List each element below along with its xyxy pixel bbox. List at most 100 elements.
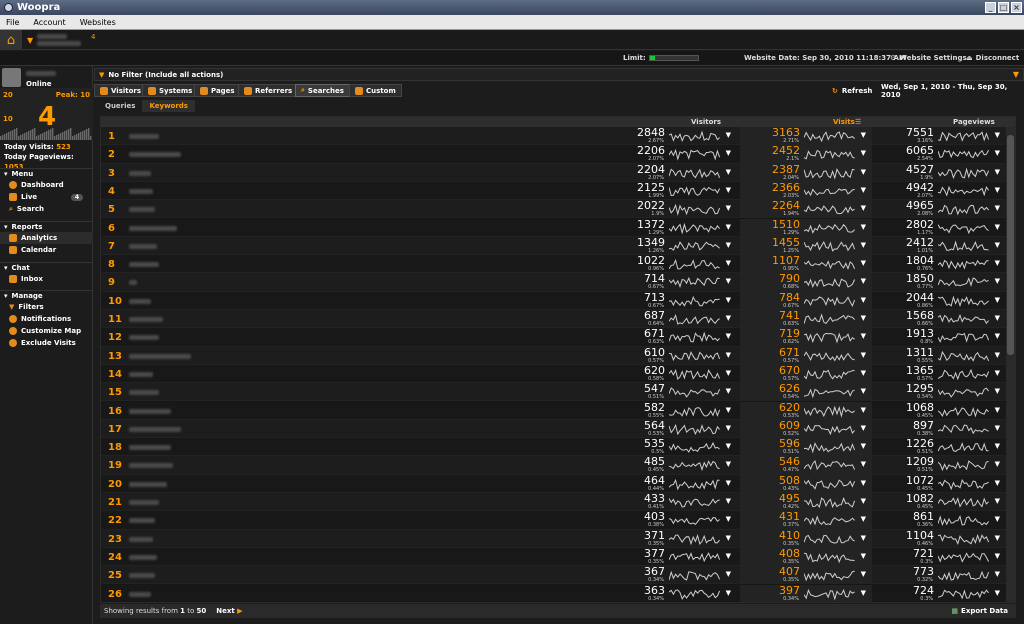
sidebar-item-notifications[interactable]: Notifications (0, 313, 93, 325)
keyword-blurred[interactable] (129, 243, 157, 249)
sidebar-item-customize-map[interactable]: Customize Map (0, 325, 93, 337)
sidebar-item-analytics[interactable]: Analytics (0, 232, 93, 244)
table-row[interactable]: 24 377 0.35% ▼ 408 0.35% ▼ 721 0.3% ▼ (101, 547, 1007, 567)
chevron-down-icon[interactable]: ▼ (995, 387, 1000, 395)
chevron-down-icon[interactable]: ▼ (995, 259, 1000, 267)
table-row[interactable]: 9 714 0.67% ▼ 790 0.68% ▼ 1850 0.77% ▼ (101, 273, 1007, 292)
nav-reports-header[interactable]: ▾ Reports (0, 221, 93, 232)
keyword-blurred[interactable] (129, 353, 191, 359)
chevron-down-icon[interactable]: ▼ (861, 424, 866, 432)
website-settings-button[interactable]: ⚙ Website Settings (890, 54, 967, 62)
chevron-down-icon[interactable]: ▼ (726, 442, 731, 450)
table-row[interactable]: 26 363 0.34% ▼ 397 0.34% ▼ 724 0.3% ▼ (101, 584, 1007, 602)
keyword-blurred[interactable] (129, 518, 155, 524)
chevron-down-icon[interactable]: ▼ (995, 314, 1000, 322)
keyword-blurred[interactable] (129, 170, 151, 176)
chevron-down-icon[interactable]: ▼ (995, 479, 1000, 487)
filter-selector[interactable]: ▼ No Filter (Include all actions) ▼ (94, 68, 1024, 81)
export-data-button[interactable]: ▦ Export Data (951, 607, 1008, 615)
scrollbar[interactable] (1006, 127, 1015, 602)
chevron-down-icon[interactable]: ▼ (726, 460, 731, 468)
chevron-down-icon[interactable]: ▼ (861, 497, 866, 505)
chevron-down-icon[interactable]: ▼ (726, 223, 731, 231)
chevron-down-icon[interactable]: ▼ (861, 369, 866, 377)
chevron-down-icon[interactable]: ▼ (726, 406, 731, 414)
table-row[interactable]: 17 564 0.53% ▼ 609 0.52% ▼ 897 0.38% ▼ (101, 419, 1007, 439)
chevron-down-icon[interactable]: ▼ (995, 570, 1000, 578)
chevron-down-icon[interactable]: ▼ (995, 168, 1000, 176)
chevron-down-icon[interactable]: ▼ (726, 387, 731, 395)
chevron-down-icon[interactable]: ▼ (995, 497, 1000, 505)
table-row[interactable]: 18 535 0.5% ▼ 596 0.51% ▼ 1226 0.51% ▼ (101, 438, 1007, 457)
chevron-down-icon[interactable]: ▼ (726, 168, 731, 176)
table-row[interactable]: 7 1349 1.26% ▼ 1455 1.25% ▼ 2412 1.01% ▼ (101, 236, 1007, 256)
keyword-blurred[interactable] (129, 188, 153, 194)
chevron-down-icon[interactable]: ▼ (861, 277, 866, 285)
tab-custom[interactable]: Custom (349, 84, 402, 97)
chevron-down-icon[interactable]: ▼ (861, 570, 866, 578)
sidebar-item-exclude-visits[interactable]: Exclude Visits (0, 337, 93, 349)
keyword-blurred[interactable] (129, 591, 151, 597)
chevron-down-icon[interactable]: ▼ (726, 570, 731, 578)
table-row[interactable]: 22 403 0.38% ▼ 431 0.37% ▼ 861 0.36% ▼ (101, 511, 1007, 530)
table-row[interactable]: 12 671 0.63% ▼ 719 0.62% ▼ 1913 0.8% ▼ (101, 328, 1007, 347)
chevron-down-icon[interactable]: ▼ (726, 534, 731, 542)
table-row[interactable]: 4 2125 1.99% ▼ 2366 2.03% ▼ 4942 2.07% ▼ (101, 181, 1007, 201)
maximize-button[interactable]: □ (998, 2, 1009, 13)
chevron-down-icon[interactable]: ▼ (995, 149, 1000, 157)
table-row[interactable]: 5 2022 1.9% ▼ 2264 1.94% ▼ 4965 2.08% ▼ (101, 200, 1007, 219)
chevron-down-icon[interactable]: ▼ (861, 241, 866, 249)
nav-chat-header[interactable]: ▾ Chat (0, 262, 93, 273)
table-row[interactable]: 10 713 0.67% ▼ 784 0.67% ▼ 2044 0.86% ▼ (101, 291, 1007, 310)
tab-queries[interactable]: Queries (98, 100, 142, 112)
chevron-down-icon[interactable]: ▼ (995, 589, 1000, 597)
tab-keywords[interactable]: Keywords (142, 100, 195, 112)
chevron-down-icon[interactable]: ▼ (861, 387, 866, 395)
chevron-down-icon[interactable]: ▼ (861, 168, 866, 176)
column-header-pageviews[interactable]: Pageviews (953, 118, 995, 126)
chevron-down-icon[interactable]: ▼ (995, 223, 1000, 231)
chevron-down-icon[interactable]: ▼ (861, 589, 866, 597)
keyword-blurred[interactable] (129, 554, 157, 560)
menu-file[interactable]: File (6, 18, 19, 27)
table-row[interactable]: 8 1022 0.96% ▼ 1107 0.95% ▼ 1804 0.76% ▼ (101, 255, 1007, 274)
chevron-down-icon[interactable]: ▼ (726, 259, 731, 267)
sidebar-item-search[interactable]: ⌕ Search (0, 203, 93, 215)
chevron-down-icon[interactable]: ▼ (726, 131, 731, 139)
keyword-blurred[interactable] (129, 225, 177, 231)
keyword-blurred[interactable] (129, 426, 181, 432)
keyword-blurred[interactable] (129, 463, 173, 469)
chevron-down-icon[interactable]: ▼ (861, 351, 866, 359)
date-range-picker[interactable]: Wed, Sep 1, 2010 - Thu, Sep 30, 2010 (881, 83, 1024, 99)
chevron-down-icon[interactable]: ▼ (995, 131, 1000, 139)
chevron-down-icon[interactable]: ▼ (995, 406, 1000, 414)
chevron-down-icon[interactable]: ▼ (861, 296, 866, 304)
table-row[interactable]: 2 2206 2.07% ▼ 2452 2.1% ▼ 6065 2.54% ▼ (101, 145, 1007, 164)
table-row[interactable]: 1 2848 2.67% ▼ 3163 2.71% ▼ 7551 3.16% ▼ (101, 127, 1007, 146)
keyword-blurred[interactable] (129, 481, 167, 487)
chevron-down-icon[interactable]: ▼ (726, 277, 731, 285)
chevron-down-icon[interactable]: ▼ (861, 442, 866, 450)
table-row[interactable]: 6 1372 1.29% ▼ 1510 1.29% ▼ 2802 1.17% ▼ (101, 218, 1007, 237)
nav-manage-header[interactable]: ▾ Manage (0, 290, 93, 301)
table-row[interactable]: 15 547 0.51% ▼ 626 0.54% ▼ 1295 0.54% ▼ (101, 383, 1007, 402)
minimize-button[interactable]: _ (985, 2, 996, 13)
keyword-blurred[interactable] (129, 445, 171, 451)
chevron-down-icon[interactable]: ▼ (861, 406, 866, 414)
chevron-down-icon[interactable]: ▼ (995, 424, 1000, 432)
chevron-down-icon[interactable]: ▼ (726, 204, 731, 212)
chevron-down-icon[interactable]: ▼ (861, 460, 866, 468)
table-row[interactable]: 23 371 0.35% ▼ 410 0.35% ▼ 1104 0.46% ▼ (101, 529, 1007, 548)
keyword-blurred[interactable] (129, 408, 171, 414)
column-header-visits[interactable]: Visits (833, 118, 855, 126)
chevron-down-icon[interactable]: ▼ (726, 351, 731, 359)
chevron-down-icon[interactable]: ▼ (726, 552, 731, 560)
sidebar-item-filters[interactable]: ▼ Filters (0, 301, 93, 313)
chevron-down-icon[interactable]: ▼ (995, 186, 1000, 194)
menu-websites[interactable]: Websites (80, 18, 116, 27)
chevron-down-icon[interactable]: ▼ (995, 332, 1000, 340)
chevron-down-icon[interactable]: ▼ (726, 497, 731, 505)
table-row[interactable]: 14 620 0.58% ▼ 670 0.57% ▼ 1365 0.57% ▼ (101, 364, 1007, 384)
keyword-blurred[interactable] (129, 390, 159, 396)
table-row[interactable]: 19 485 0.45% ▼ 546 0.47% ▼ 1209 0.51% ▼ (101, 456, 1007, 475)
